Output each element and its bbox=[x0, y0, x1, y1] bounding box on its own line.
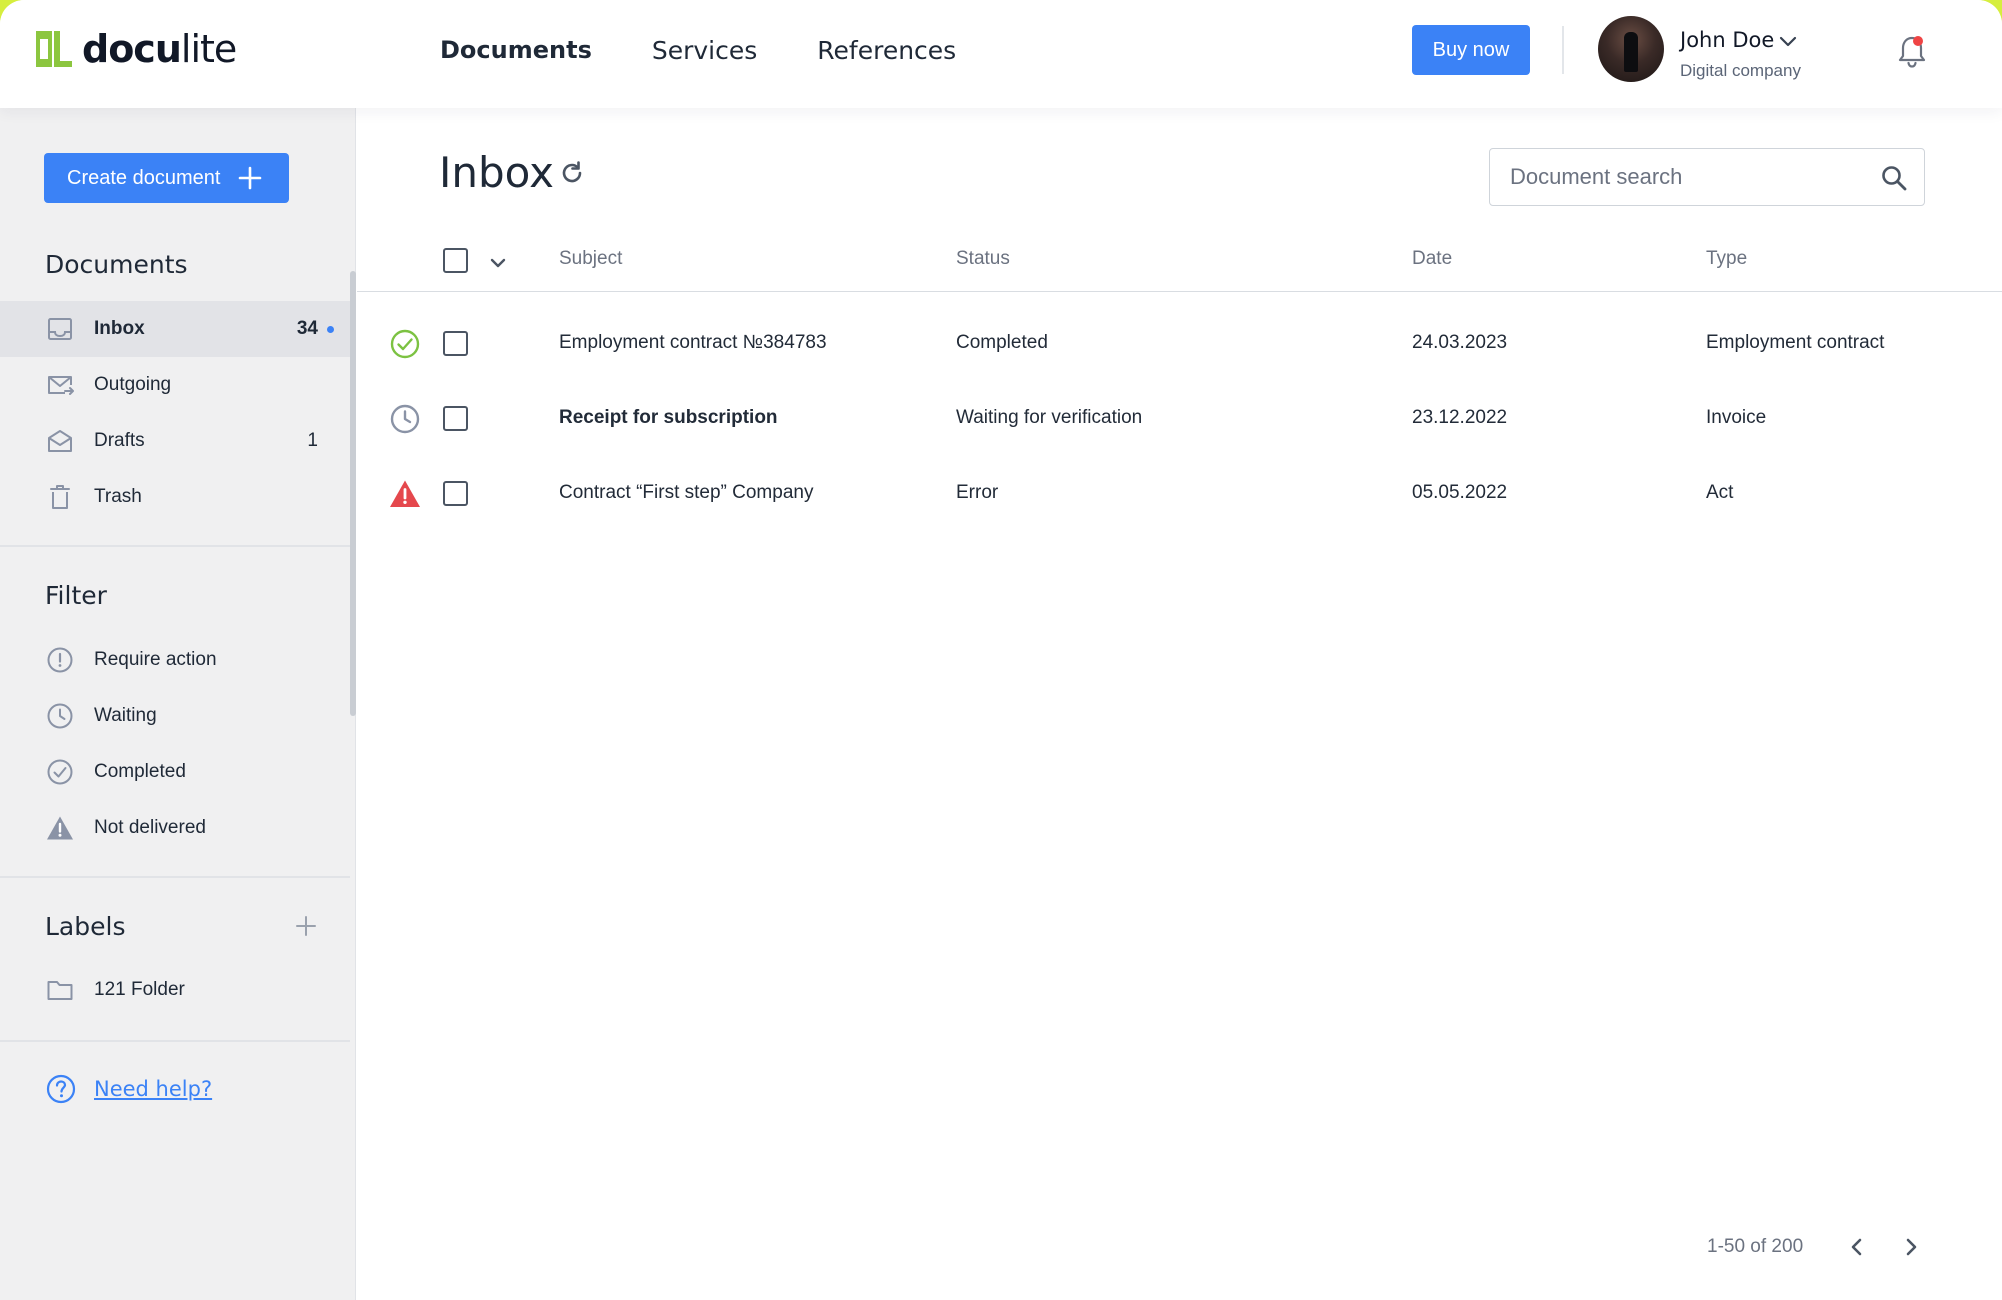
filter-waiting[interactable]: Waiting bbox=[0, 688, 350, 744]
pagination-label: 1-50 of 200 bbox=[1707, 1236, 1804, 1257]
drafts-count: 1 bbox=[307, 430, 318, 451]
row-checkbox[interactable] bbox=[443, 406, 468, 431]
folder-icon bbox=[47, 981, 73, 1000]
table-row[interactable]: Contract “First step” Company Error 05.0… bbox=[357, 456, 2002, 531]
user-name[interactable]: John Doe bbox=[1680, 28, 1774, 52]
sidebar-item-inbox[interactable]: Inbox 34 bbox=[0, 301, 350, 357]
sidebar-item-label: Trash bbox=[94, 486, 142, 507]
inbox-icon bbox=[48, 318, 72, 340]
logo[interactable]: doculite bbox=[36, 27, 237, 71]
row-status: Error bbox=[956, 482, 999, 503]
documents-section-title: Documents bbox=[45, 250, 188, 279]
row-type: Employment contract bbox=[1706, 332, 1885, 353]
chevron-down-icon[interactable] bbox=[487, 252, 509, 274]
page-title: Inbox bbox=[439, 148, 554, 197]
row-checkbox[interactable] bbox=[443, 331, 468, 356]
row-subject: Employment contract №384783 bbox=[559, 332, 827, 353]
table-header: Subject Status Date Type bbox=[357, 230, 2002, 292]
row-status: Completed bbox=[956, 332, 1048, 353]
row-date: 05.05.2022 bbox=[1412, 482, 1508, 503]
refresh-icon[interactable] bbox=[557, 158, 587, 188]
row-status: Waiting for verification bbox=[956, 407, 1143, 428]
label-item-121-folder[interactable]: 121 Folder bbox=[0, 962, 350, 1018]
bell-icon[interactable] bbox=[1896, 34, 1928, 70]
filter-label: Require action bbox=[94, 649, 217, 670]
filter-section-title: Filter bbox=[45, 581, 107, 610]
filter-label: Not delivered bbox=[94, 817, 206, 838]
sidebar-item-label: Drafts bbox=[94, 430, 145, 451]
create-document-label: Create document bbox=[67, 166, 221, 189]
row-date: 24.03.2023 bbox=[1412, 332, 1508, 353]
nav-references[interactable]: References bbox=[817, 36, 956, 65]
check-circle-icon bbox=[390, 329, 420, 359]
search-icon[interactable] bbox=[1879, 163, 1909, 193]
sidebar: Create document Documents Inbox 34 Outgo… bbox=[0, 108, 356, 1300]
warning-triangle-icon bbox=[47, 816, 73, 840]
sidebar-scrollbar[interactable] bbox=[350, 271, 356, 716]
inbox-count: 34 bbox=[296, 318, 318, 339]
plus-icon bbox=[238, 166, 262, 190]
check-circle-icon bbox=[47, 759, 73, 785]
sidebar-divider bbox=[0, 876, 350, 878]
add-label-icon[interactable] bbox=[294, 914, 318, 938]
drafts-icon bbox=[48, 430, 72, 452]
filter-not-delivered[interactable]: Not delivered bbox=[0, 800, 350, 856]
chevron-down-icon[interactable] bbox=[1778, 32, 1798, 52]
column-status[interactable]: Status bbox=[956, 248, 1010, 270]
exclamation-circle-icon bbox=[47, 647, 73, 673]
header-divider bbox=[1562, 26, 1564, 74]
sidebar-divider bbox=[0, 545, 350, 547]
row-type: Invoice bbox=[1706, 407, 1767, 428]
unread-dot bbox=[327, 326, 334, 333]
sidebar-item-outgoing[interactable]: Outgoing bbox=[0, 357, 350, 413]
need-help-link[interactable]: Need help? bbox=[46, 1074, 212, 1104]
clock-icon bbox=[47, 703, 73, 729]
column-subject[interactable]: Subject bbox=[559, 248, 622, 270]
row-subject: Receipt for subscription bbox=[559, 407, 778, 428]
top-navigation: Documents Services References bbox=[440, 36, 956, 65]
user-company: Digital company bbox=[1680, 61, 1801, 80]
sidebar-item-label: Inbox bbox=[94, 318, 145, 339]
chevron-left-icon[interactable] bbox=[1842, 1232, 1872, 1262]
logo-mark-icon bbox=[36, 31, 72, 67]
sidebar-divider bbox=[0, 1040, 350, 1042]
app-window: doculite Documents Services References B… bbox=[0, 0, 2002, 1300]
row-type: Act bbox=[1706, 482, 1734, 503]
buy-now-button[interactable]: Buy now bbox=[1412, 25, 1530, 75]
row-subject: Contract “First step” Company bbox=[559, 482, 814, 503]
error-triangle-icon bbox=[390, 480, 420, 507]
sidebar-item-drafts[interactable]: Drafts 1 bbox=[0, 413, 350, 469]
label-name: 121 Folder bbox=[94, 979, 185, 1000]
avatar[interactable] bbox=[1598, 16, 1664, 82]
need-help-label: Need help? bbox=[94, 1077, 213, 1101]
trash-icon bbox=[50, 485, 70, 509]
help-circle-icon bbox=[46, 1074, 76, 1104]
notification-dot bbox=[1913, 36, 1923, 46]
labels-section-title: Labels bbox=[45, 912, 126, 941]
filter-require-action[interactable]: Require action bbox=[0, 632, 350, 688]
nav-services[interactable]: Services bbox=[652, 36, 757, 65]
table-row[interactable]: Receipt for subscription Waiting for ver… bbox=[357, 381, 2002, 456]
select-all-checkbox[interactable] bbox=[443, 248, 468, 273]
main-content: Inbox Subject Status Date Type bbox=[357, 108, 2002, 1300]
row-date: 23.12.2022 bbox=[1412, 407, 1508, 428]
sidebar-item-trash[interactable]: Trash bbox=[0, 469, 350, 525]
top-header: doculite Documents Services References B… bbox=[0, 0, 2002, 108]
filter-label: Completed bbox=[94, 761, 186, 782]
table-row[interactable]: Employment contract №384783 Completed 24… bbox=[357, 306, 2002, 381]
chevron-right-icon[interactable] bbox=[1896, 1232, 1926, 1262]
column-type[interactable]: Type bbox=[1706, 248, 1747, 270]
document-search[interactable] bbox=[1489, 148, 1925, 206]
logo-text: doculite bbox=[82, 27, 237, 71]
clock-icon bbox=[390, 404, 420, 434]
nav-documents[interactable]: Documents bbox=[440, 36, 592, 65]
outgoing-mail-icon bbox=[48, 376, 74, 395]
search-input[interactable] bbox=[1510, 161, 1870, 193]
create-document-button[interactable]: Create document bbox=[44, 153, 289, 203]
sidebar-item-label: Outgoing bbox=[94, 374, 172, 395]
row-checkbox[interactable] bbox=[443, 481, 468, 506]
column-date[interactable]: Date bbox=[1412, 248, 1452, 270]
filter-label: Waiting bbox=[94, 705, 157, 726]
filter-completed[interactable]: Completed bbox=[0, 744, 350, 800]
